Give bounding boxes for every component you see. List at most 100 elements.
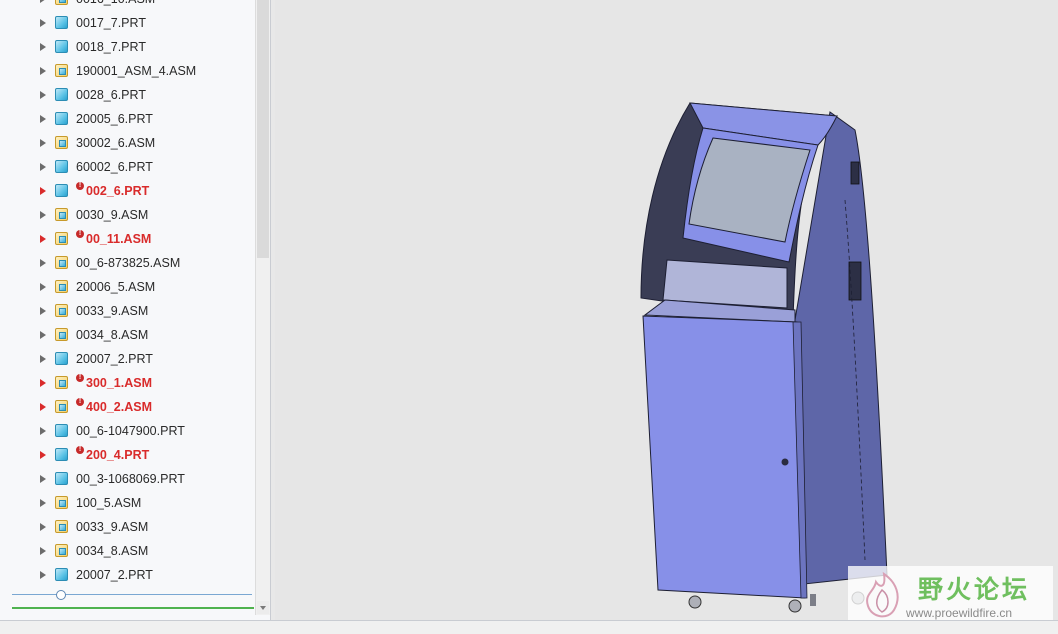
tree-item[interactable]: 190001_ASM_4.ASM <box>0 59 255 83</box>
assembly-icon <box>55 544 68 557</box>
tree-item[interactable]: ! 00_11.ASM <box>0 227 255 251</box>
tree-item-label: 00_11.ASM <box>86 232 152 246</box>
expand-arrow-icon[interactable] <box>40 547 46 555</box>
expand-arrow-icon[interactable] <box>40 403 46 411</box>
expand-arrow-icon[interactable] <box>40 115 46 123</box>
tree-item[interactable]: 00_6-1047900.PRT <box>0 419 255 443</box>
forum-watermark: 野火论坛 www.proewildfire.cn <box>848 566 1053 626</box>
part-icon <box>55 184 68 197</box>
tree-item-label: 0028_6.PRT <box>76 88 146 102</box>
tree-item[interactable]: 0033_9.ASM <box>0 299 255 323</box>
expand-arrow-icon[interactable] <box>40 43 46 51</box>
tree-item-label: 20007_2.PRT <box>76 352 153 366</box>
tree-item-label: 0016_10.ASM <box>76 0 155 11</box>
tree-item-label: 200_4.PRT <box>86 448 150 462</box>
tree-item-label: 0034_8.ASM <box>76 328 149 342</box>
expand-arrow-icon[interactable] <box>40 355 46 363</box>
expand-arrow-icon[interactable] <box>40 427 46 435</box>
part-icon <box>55 352 68 365</box>
tree-item-label: 0030_9.ASM <box>76 208 149 222</box>
tree-scrollbar[interactable] <box>255 0 270 615</box>
tree-item[interactable]: 00_6-873825.ASM <box>0 251 255 275</box>
kiosk-3d-model[interactable] <box>275 0 1058 620</box>
assembly-icon <box>55 400 68 413</box>
expand-arrow-icon[interactable] <box>40 523 46 531</box>
expand-arrow-icon[interactable] <box>40 187 46 195</box>
expand-arrow-icon[interactable] <box>40 67 46 75</box>
expand-arrow-icon[interactable] <box>40 235 46 243</box>
assembly-icon <box>55 0 68 5</box>
expand-arrow-icon[interactable] <box>40 451 46 459</box>
tree-item[interactable]: 0030_9.ASM <box>0 203 255 227</box>
tree-item-label: 0033_9.ASM <box>76 520 149 534</box>
expand-arrow-icon[interactable] <box>40 571 46 579</box>
assembly-icon <box>55 520 68 533</box>
expand-arrow-icon[interactable] <box>40 0 46 3</box>
tree-item[interactable]: 20007_2.PRT <box>0 347 255 371</box>
status-bar <box>0 620 1058 634</box>
tree-item[interactable]: ! 300_1.ASM <box>0 371 255 395</box>
tree-item[interactable]: ! 200_4.PRT <box>0 443 255 467</box>
tree-item-label: 60002_6.PRT <box>76 160 153 174</box>
tree-item[interactable]: 0016_10.ASM <box>0 0 255 11</box>
watermark-title: 野火论坛 <box>918 575 1031 604</box>
model-tree-panel: 0016_10.ASM 0017_7.PRT 0018_7.PRT 190001_AS… <box>0 0 271 622</box>
tree-item[interactable]: 100_5.ASM <box>0 491 255 515</box>
part-icon <box>55 424 68 437</box>
tree-item[interactable]: 20005_6.PRT <box>0 107 255 131</box>
flame-logo-icon <box>866 571 899 618</box>
tree-item-label: 0017_7.PRT <box>76 16 146 30</box>
tree-item-label: 300_1.ASM <box>86 376 153 390</box>
tree-item[interactable]: ! 002_6.PRT <box>0 179 255 203</box>
expand-arrow-icon[interactable] <box>40 91 46 99</box>
3d-graphics-viewport[interactable] <box>275 0 1058 620</box>
expand-arrow-icon[interactable] <box>40 379 46 387</box>
scrollbar-thumb[interactable] <box>257 0 269 258</box>
tree-item-label: 100_5.ASM <box>76 496 142 510</box>
expand-arrow-icon[interactable] <box>40 139 46 147</box>
tree-item[interactable]: 0033_9.ASM <box>0 515 255 539</box>
tree-item[interactable]: 20007_2.PRT <box>0 563 255 587</box>
tree-item[interactable]: 0028_6.PRT <box>0 83 255 107</box>
scroll-down-arrow-icon[interactable] <box>257 601 269 614</box>
tree-item[interactable]: 0034_8.ASM <box>0 539 255 563</box>
assembly-icon <box>55 376 68 389</box>
expand-arrow-icon[interactable] <box>40 163 46 171</box>
tree-item-label: 00_6-1047900.PRT <box>76 424 185 438</box>
part-icon <box>55 448 68 461</box>
panel-splitter-slider[interactable] <box>12 594 252 595</box>
tree-item-label: 00_3-1068069.PRT <box>76 472 185 486</box>
tree-item[interactable]: 30002_6.ASM <box>0 131 255 155</box>
tree-item-label: 0033_9.ASM <box>76 304 149 318</box>
expand-arrow-icon[interactable] <box>40 211 46 219</box>
tree-item[interactable]: 0017_7.PRT <box>0 11 255 35</box>
model-tree-list: 0016_10.ASM 0017_7.PRT 0018_7.PRT 190001_AS… <box>0 0 255 587</box>
expand-arrow-icon[interactable] <box>40 475 46 483</box>
tree-item[interactable]: 0018_7.PRT <box>0 35 255 59</box>
tree-item[interactable]: 60002_6.PRT <box>0 155 255 179</box>
part-icon <box>55 160 68 173</box>
error-status-icon: ! <box>76 446 84 454</box>
slider-knob[interactable] <box>56 590 66 600</box>
assembly-icon <box>55 304 68 317</box>
expand-arrow-icon[interactable] <box>40 331 46 339</box>
part-icon <box>55 40 68 53</box>
tree-item-label: 20007_2.PRT <box>76 568 153 582</box>
tree-item[interactable]: ! 400_2.ASM <box>0 395 255 419</box>
tree-item[interactable]: 0034_8.ASM <box>0 323 255 347</box>
part-icon <box>55 568 68 581</box>
panel-divider-line <box>12 607 254 609</box>
expand-arrow-icon[interactable] <box>40 499 46 507</box>
expand-arrow-icon[interactable] <box>40 307 46 315</box>
expand-arrow-icon[interactable] <box>40 259 46 267</box>
tree-item-label: 400_2.ASM <box>86 400 153 414</box>
tree-item[interactable]: 20006_5.ASM <box>0 275 255 299</box>
expand-arrow-icon[interactable] <box>40 283 46 291</box>
tree-item-label: 20005_6.PRT <box>76 112 153 126</box>
error-status-icon: ! <box>76 230 84 238</box>
part-icon <box>55 472 68 485</box>
assembly-icon <box>55 496 68 509</box>
expand-arrow-icon[interactable] <box>40 19 46 27</box>
tree-item[interactable]: 00_3-1068069.PRT <box>0 467 255 491</box>
assembly-icon <box>55 208 68 221</box>
